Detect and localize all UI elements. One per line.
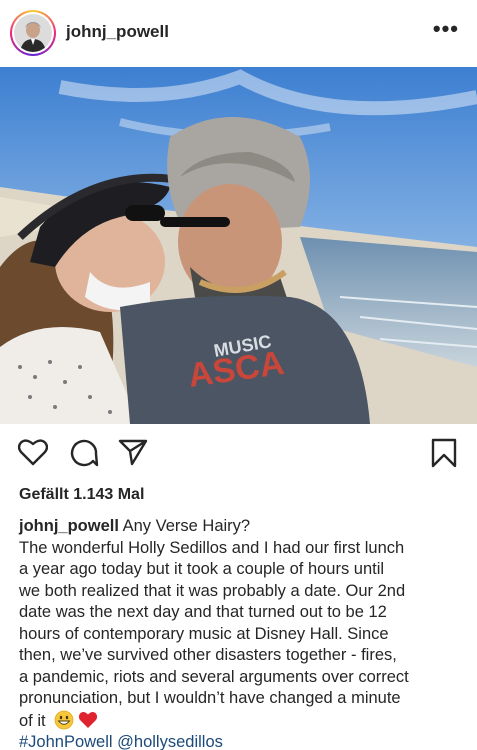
caption-author[interactable]: johnj_powell xyxy=(19,517,119,535)
caption: johnj_powell Any Verse Hairy? The wonder… xyxy=(19,516,471,750)
post-photo[interactable]: ASCA MUSIC xyxy=(0,67,477,424)
caption-line: then, we’ve survived other disasters tog… xyxy=(19,646,397,664)
avatar[interactable] xyxy=(14,14,52,52)
hashtag-link[interactable]: #JohnPowell xyxy=(19,733,113,750)
caption-line: pronunciation, but I wouldn’t have chang… xyxy=(19,689,401,707)
mention-link[interactable]: @hollysedillos xyxy=(117,733,223,750)
caption-line: The wonderful Holly Sedillos and I had o… xyxy=(19,538,405,557)
more-horizontal-icon[interactable]: ••• xyxy=(433,18,459,40)
caption-title: Any Verse Hairy? xyxy=(122,517,251,535)
bookmark-icon[interactable] xyxy=(431,438,457,473)
caption-line: hours of contemporary music at Disney Ha… xyxy=(19,624,389,643)
heart-icon[interactable] xyxy=(17,438,49,471)
caption-last-line: of it xyxy=(19,710,471,733)
caption-line: a year ago today but it took a couple of… xyxy=(19,560,385,578)
caption-line: we both realized that it was probably a … xyxy=(19,581,406,600)
caption-line: date was the next day and that turned ou… xyxy=(19,603,387,621)
post-header: johnj_powell ••• xyxy=(0,0,477,66)
username-link[interactable]: johnj_powell xyxy=(66,22,169,42)
caption-line: a pandemic, riots and several arguments … xyxy=(19,667,409,686)
comment-icon[interactable] xyxy=(69,438,99,473)
like-count[interactable]: Gefällt 1.143 Mal xyxy=(19,486,144,504)
red-heart-emoji xyxy=(78,710,98,730)
action-bar xyxy=(0,424,477,486)
caption-first-line: johnj_powell Any Verse Hairy? xyxy=(19,516,471,538)
story-ring[interactable] xyxy=(10,10,56,56)
caption-tags: #JohnPowell @hollysedillos xyxy=(19,732,471,750)
grinning-face-emoji xyxy=(54,710,74,730)
send-icon[interactable] xyxy=(118,438,148,471)
caption-line: of it xyxy=(19,711,46,730)
